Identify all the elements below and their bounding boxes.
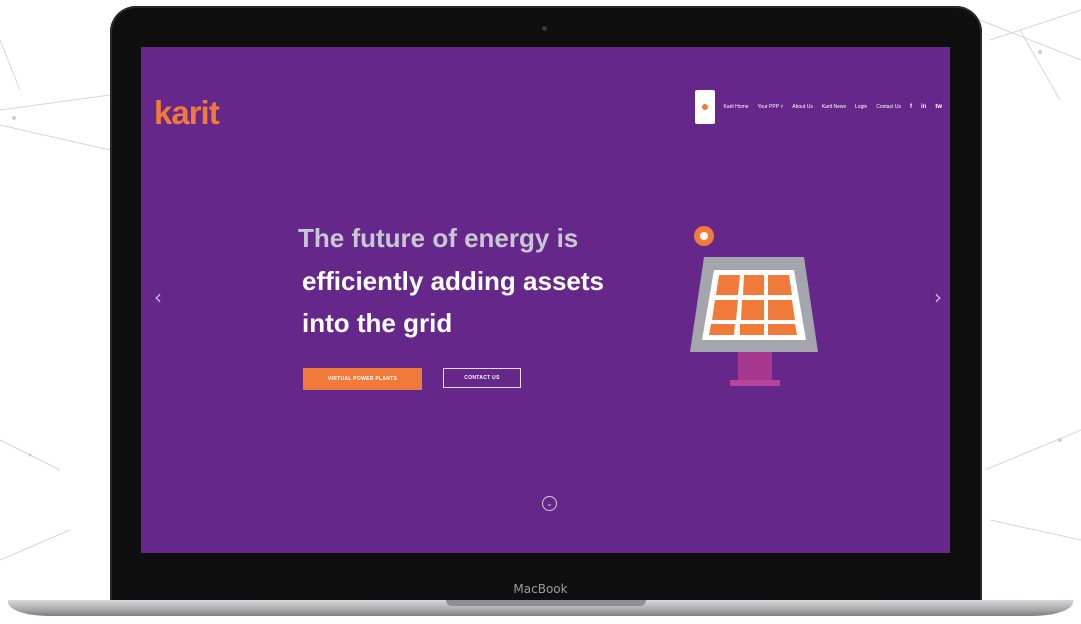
website-screen: karit Karit Home Your PPP ˅ About Us Kar… [141,47,950,553]
nav-item-contact-us[interactable]: Contact Us [876,104,901,110]
contact-us-button[interactable]: CONTACT US [443,368,521,388]
main-navigation: Karit Home Your PPP ˅ About Us Karit New… [694,90,942,124]
nav-item-about-us[interactable]: About Us [792,104,813,110]
camera-icon [542,26,547,31]
facebook-icon[interactable]: f [910,104,912,110]
nav-item-karit-news[interactable]: Karit News [822,104,846,110]
chevron-left-icon[interactable]: ‹ [154,285,162,309]
nav-item-your-ppp[interactable]: Your PPP ˅ [758,104,784,110]
hero-headline-line-1: The future of energy is [298,223,579,253]
hero-headline-line-3: into the grid [302,308,453,338]
twitter-icon[interactable]: tw [935,104,942,110]
nav-item-karit-home[interactable]: Karit Home [724,104,749,110]
hero-headline-line-2: efficiently adding assets [302,266,604,296]
nav-item-login[interactable]: Login [855,104,867,110]
linkedin-icon[interactable]: in [921,104,926,110]
virtual-power-plants-button[interactable]: VIRTUAL POWER PLANTS [303,368,422,390]
laptop-hinge-notch [446,600,646,606]
chevron-right-icon[interactable]: › [934,285,942,309]
device-label: MacBook [513,582,568,596]
karit-logo[interactable]: karit [154,94,220,132]
solar-panel-illustration [690,226,818,386]
bolt-icon[interactable] [694,90,715,124]
scroll-down-icon[interactable]: ⌄ [542,496,557,511]
